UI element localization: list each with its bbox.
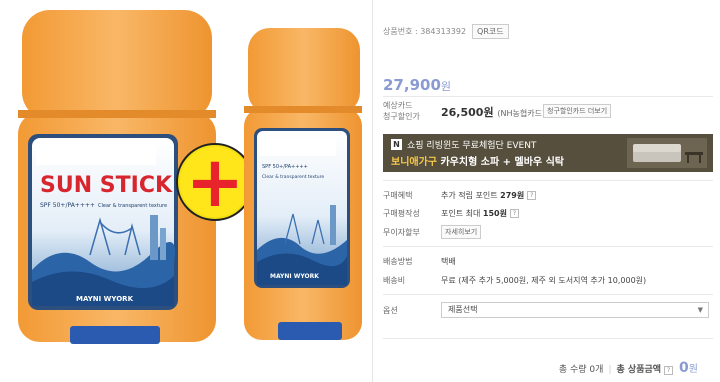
product-info-panel: 상품번호 : 384313392 QR코드 27,900원 예상카드 청구할인가…: [372, 0, 720, 382]
review-value: 포인트 최대 150원: [441, 209, 507, 218]
sofa-icon: [627, 138, 707, 168]
card-label-line2: 청구할인가: [383, 112, 420, 121]
option-label: 옵션: [383, 306, 398, 315]
benefit-value: 추가 적립 포인트 279원: [441, 191, 525, 200]
qr-code-button[interactable]: QR코드: [472, 24, 509, 39]
product-image: SUN STICK SPF 50+/PA++++ Clear & transpa…: [0, 0, 365, 382]
card-discount-row: 예상카드 청구할인가 26,500원 (NH농협카드) 청구할인카드 더보기: [383, 100, 713, 128]
banner-brand: 보니애가구: [391, 157, 437, 168]
help-icon[interactable]: ?: [664, 366, 674, 375]
product-price: 27,900원: [383, 76, 451, 94]
right-stick-spf: SPF 50+/PA++++: [262, 164, 308, 170]
card-more-button[interactable]: 청구할인카드 더보기: [543, 104, 612, 118]
shipping-method-value: 택배: [441, 257, 456, 266]
installment-row: 무이자할부 자세히보기: [383, 225, 482, 239]
divider: [383, 338, 713, 339]
divider: [383, 294, 713, 295]
shipping-fee-row: 배송비 무료 (제주 추가 5,000원, 제주 외 도서지역 추가 10,00…: [383, 275, 646, 286]
product-code: 상품번호 : 384313392: [383, 27, 467, 36]
divider: [383, 96, 713, 97]
shipping-fee-value: 무료 (제주 추가 5,000원, 제주 외 도서지역 추가 10,000원): [441, 276, 647, 285]
card-price-note: (NH농협카드): [497, 109, 546, 118]
total-amount-label: 총 상품금액: [616, 365, 662, 375]
card-discount-price: 26,500원 (NH농협카드): [441, 104, 545, 120]
left-stick-maker: MAYNI WYORK: [76, 295, 134, 303]
total-amount-unit: 원: [688, 364, 698, 375]
price-unit: 원: [440, 80, 452, 93]
installment-detail-button[interactable]: 자세히보기: [441, 225, 482, 239]
right-stick-image: [244, 28, 362, 340]
shipping-method-label: 배송방법: [383, 257, 413, 266]
benefit-label: 구매혜택: [383, 191, 413, 200]
product-code-row: 상품번호 : 384313392 QR코드: [383, 24, 509, 39]
divider: [383, 246, 713, 247]
left-stick-brand: SUN STICK: [40, 173, 173, 198]
banner-line1: 쇼핑 리빙윈도 무료체험단 EVENT: [407, 141, 537, 151]
left-stick-texture: Clear & transparent texture: [98, 203, 167, 209]
product-title-area: [383, 42, 708, 68]
price-value: 27,900: [383, 76, 441, 94]
help-icon[interactable]: ?: [527, 191, 537, 200]
review-label: 구매평작성: [383, 209, 420, 218]
card-price-value: 26,500원: [441, 106, 494, 119]
divider: [383, 180, 713, 181]
review-point-row: 구매평작성 포인트 최대 150원 ?: [383, 208, 519, 219]
separator: |: [608, 365, 612, 375]
shipping-fee-label: 배송비: [383, 276, 406, 285]
help-icon[interactable]: ?: [509, 209, 519, 218]
total-summary: 총 수량 0개 | 총 상품금액 ? 0원: [559, 360, 698, 376]
right-stick-maker: MAYNI WYORK: [270, 273, 319, 280]
promo-banner[interactable]: N 쇼핑 리빙윈도 무료체험단 EVENT 보니애가구 카우치형 소파 + 멜바…: [383, 134, 713, 172]
card-discount-label: 예상카드 청구할인가: [383, 100, 420, 122]
option-select[interactable]: 제품선택 ▼: [441, 302, 709, 318]
total-amount: 0: [679, 360, 689, 376]
shipping-method-row: 배송방법 택배: [383, 256, 456, 267]
n-badge-icon: N: [391, 139, 402, 150]
banner-text: 카우치형 소파 + 멜바우 식탁: [437, 157, 564, 168]
installment-label: 무이자할부: [383, 227, 420, 237]
option-selected-value: 제품선택: [448, 305, 478, 314]
right-stick-texture: Clear & transparent texture: [262, 174, 324, 180]
purchase-benefit-row: 구매혜택 추가 적립 포인트 279원 ?: [383, 190, 537, 201]
total-quantity: 총 수량 0개: [558, 365, 604, 375]
banner-line2: 보니애가구 카우치형 소파 + 멜바우 식탁: [391, 153, 564, 168]
chevron-down-icon: ▼: [697, 306, 703, 314]
left-stick-spf: SPF 50+/PA++++: [40, 202, 95, 209]
option-row: 옵션: [383, 305, 441, 316]
plus-symbol: +: [186, 141, 245, 223]
card-label-line1: 예상카드: [383, 101, 413, 110]
